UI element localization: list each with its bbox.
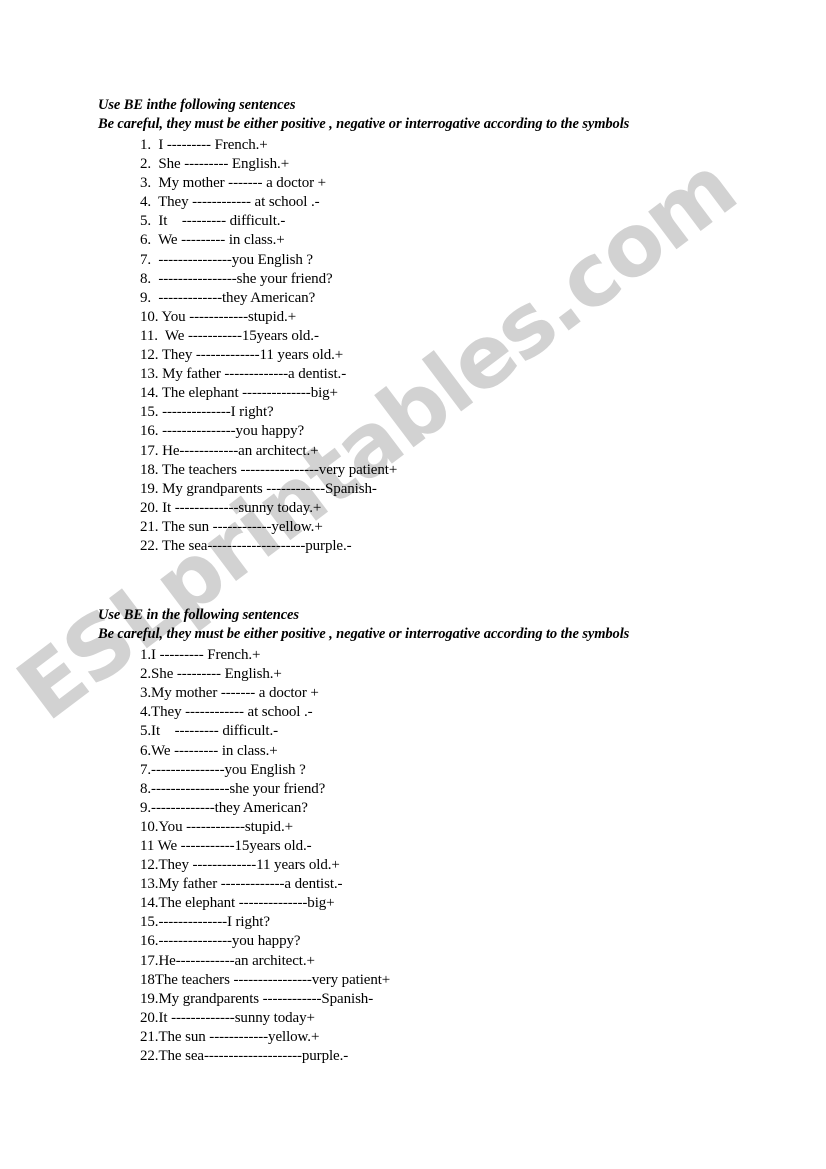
list-item: 6.We --------- in class.+ bbox=[140, 742, 278, 759]
list-item: 16.---------------you happy? bbox=[140, 933, 301, 950]
list-item: 17.He------------an architect.+ bbox=[140, 952, 315, 969]
section-1-exercise-list: 1. I --------- French.+ 2. She ---------… bbox=[98, 136, 766, 556]
list-item: 20.It -------------sunny today+ bbox=[140, 1009, 315, 1026]
section-1-heading-line-1: Use BE inthe following sentences bbox=[98, 97, 296, 113]
list-item: 18. The teachers ----------------very pa… bbox=[140, 461, 398, 478]
list-item: 10.You ------------stupid.+ bbox=[140, 818, 293, 835]
list-item: 1.I --------- French.+ bbox=[140, 647, 261, 664]
list-item: 21.The sun ------------yellow.+ bbox=[140, 1028, 320, 1045]
list-item: 10. You ------------stupid.+ bbox=[140, 308, 297, 325]
list-item: 4.They ------------ at school .- bbox=[140, 704, 313, 721]
list-item: 19.My grandparents ------------Spanish- bbox=[140, 990, 374, 1007]
list-item: 2. She --------- English.+ bbox=[140, 156, 290, 173]
list-item: 11. We -----------15years old.- bbox=[140, 327, 319, 344]
list-item: 13.My father -------------a dentist.- bbox=[140, 876, 343, 893]
list-item: 5. It --------- difficult.- bbox=[140, 213, 286, 230]
list-item: 3.My mother ------- a doctor + bbox=[140, 685, 319, 702]
list-item: 4. They ------------ at school .- bbox=[140, 194, 320, 211]
list-item: 9.-------------they American? bbox=[140, 799, 308, 816]
list-item: 22.The sea--------------------purple.- bbox=[140, 1048, 349, 1065]
list-item: 7. ---------------you English ? bbox=[140, 251, 313, 268]
list-item: 1. I --------- French.+ bbox=[140, 137, 268, 153]
list-item: 17. He------------an architect.+ bbox=[140, 442, 319, 459]
section-2-exercise-list: 1.I --------- French.+ 2.She --------- E… bbox=[98, 646, 766, 1066]
list-item: 15.--------------I right? bbox=[140, 914, 270, 931]
worksheet-section-1: Use BE inthe following sentences Be care… bbox=[98, 96, 766, 556]
worksheet-page: ESLprintables.com Use BE inthe following… bbox=[0, 0, 826, 1169]
list-item: 12.They -------------11 years old.+ bbox=[140, 857, 340, 874]
list-item: 11 We -----------15years old.- bbox=[140, 838, 312, 854]
list-item: 22. The sea--------------------purple.- bbox=[140, 537, 352, 554]
list-item: 21. The sun ------------yellow.+ bbox=[140, 518, 323, 535]
list-item: 15. --------------I right? bbox=[140, 404, 274, 421]
section-2-heading: Use BE in the following sentences Be car… bbox=[98, 606, 766, 644]
section-1-heading-line-2: Be careful, they must be either positive… bbox=[98, 116, 630, 132]
list-item: 14.The elephant --------------big+ bbox=[140, 895, 335, 912]
list-item: 12. They -------------11 years old.+ bbox=[140, 347, 344, 364]
list-item: 18The teachers ----------------very pati… bbox=[140, 971, 391, 988]
list-item: 14. The elephant --------------big+ bbox=[140, 385, 338, 402]
list-item: 8. ----------------she your friend? bbox=[140, 270, 333, 287]
list-item: 7.---------------you English ? bbox=[140, 761, 306, 778]
worksheet-section-2: Use BE in the following sentences Be car… bbox=[98, 606, 766, 1066]
list-item: 6. We --------- in class.+ bbox=[140, 232, 285, 249]
list-item: 5.It --------- difficult.- bbox=[140, 723, 279, 740]
list-item: 3. My mother ------- a doctor + bbox=[140, 175, 327, 192]
list-item: 20. It -------------sunny today.+ bbox=[140, 499, 322, 516]
section-2-heading-line-2: Be careful, they must be either positive… bbox=[98, 626, 630, 643]
section-1-heading: Use BE inthe following sentences Be care… bbox=[98, 96, 766, 134]
list-item: 9. -------------they American? bbox=[140, 289, 316, 306]
list-item: 13. My father -------------a dentist.- bbox=[140, 366, 347, 383]
list-item: 16. ---------------you happy? bbox=[140, 423, 305, 440]
list-item: 19. My grandparents ------------Spanish- bbox=[140, 480, 377, 497]
list-item: 2.She --------- English.+ bbox=[140, 666, 282, 683]
worksheet-content: Use BE inthe following sentences Be care… bbox=[0, 0, 826, 1066]
section-2-heading-line-1: Use BE in the following sentences bbox=[98, 607, 299, 624]
list-item: 8.----------------she your friend? bbox=[140, 780, 326, 797]
